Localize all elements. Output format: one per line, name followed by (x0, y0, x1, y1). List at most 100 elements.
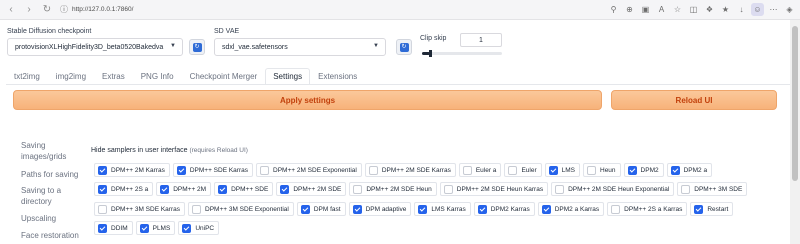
sampler-checkbox[interactable]: DPM++ 2M SDE Heun Exponential (551, 182, 675, 196)
sidebar-item-paths-for-saving[interactable]: Paths for saving (21, 169, 78, 180)
checkbox-checked-icon[interactable] (280, 184, 290, 194)
sampler-checkbox[interactable]: Restart (690, 202, 734, 216)
sampler-checkbox[interactable]: DPM++ 3M SDE Karras (94, 202, 185, 216)
checkbox-checked-icon[interactable] (139, 223, 149, 233)
sampler-checkbox[interactable]: LMS Karras (414, 202, 471, 216)
checkbox-unchecked-icon[interactable] (681, 184, 691, 194)
tab-checkpoint-merger[interactable]: Checkpoint Merger (182, 68, 266, 84)
checkbox-checked-icon[interactable] (300, 204, 310, 214)
tab-settings[interactable]: Settings (265, 68, 311, 84)
checkpoint-dropdown[interactable]: protovisionXLHighFidelity3D_beta0520Bake… (7, 38, 183, 56)
scrollbar-thumb[interactable] (792, 26, 798, 181)
sampler-checkbox[interactable]: DPM++ 2M SDE Heun (349, 182, 437, 196)
checkbox-checked-icon[interactable] (98, 184, 107, 194)
search-icon[interactable]: ⚲ (607, 3, 620, 16)
split-screen-icon[interactable]: ◫ (687, 3, 700, 16)
collections-icon[interactable]: ★ (719, 3, 732, 16)
site-info-icon[interactable]: ⓘ (60, 4, 68, 15)
sampler-checkbox[interactable]: DPM++ 2M SDE Karras (364, 163, 456, 177)
checkbox-unchecked-icon[interactable] (98, 204, 107, 214)
sampler-checkbox[interactable]: DPM++ 3M SDE (677, 182, 748, 196)
tab-img2img[interactable]: img2img (48, 68, 94, 84)
sampler-checkbox[interactable]: DPM adaptive (348, 202, 412, 216)
clip-skip-slider[interactable] (422, 50, 502, 57)
checkbox-checked-icon[interactable] (670, 165, 680, 175)
sampler-checkbox[interactable]: DPM++ 2M SDE Exponential (256, 163, 362, 177)
checkbox-checked-icon[interactable] (176, 165, 186, 175)
sidebar-item-face-restoration[interactable]: Face restoration (21, 230, 79, 241)
checkbox-checked-icon[interactable] (160, 184, 170, 194)
checkbox-unchecked-icon[interactable] (611, 204, 621, 214)
checkbox-unchecked-icon[interactable] (555, 184, 565, 194)
sampler-checkbox[interactable]: DPM++ 2S a Karras (607, 202, 688, 216)
sidebar-item-upscaling[interactable]: Upscaling (21, 213, 56, 224)
sampler-checkbox[interactable]: DPM2 Karras (473, 202, 535, 216)
checkbox-checked-icon[interactable] (541, 204, 551, 214)
sampler-checkbox[interactable]: DDIM (94, 221, 133, 235)
sampler-checkbox[interactable]: Euler a (458, 163, 502, 177)
clip-skip-input[interactable]: 1 (460, 33, 502, 47)
checkbox-checked-icon[interactable] (98, 165, 107, 175)
profile-icon[interactable]: ☺ (751, 3, 764, 16)
sampler-checkbox[interactable]: DPM fast (296, 202, 346, 216)
checkbox-checked-icon[interactable] (352, 204, 362, 214)
sampler-checkbox[interactable]: DPM++ 2M SDE Heun Karras (439, 182, 549, 196)
sampler-checkbox[interactable]: DPM++ 2M Karras (94, 163, 170, 177)
sampler-checkbox[interactable]: LMS (544, 163, 580, 177)
sampler-checkbox[interactable]: DPM2 a (666, 163, 713, 177)
checkbox-checked-icon[interactable] (548, 165, 558, 175)
reload-icon[interactable]: ↻ (40, 3, 54, 17)
checkbox-unchecked-icon[interactable] (508, 165, 518, 175)
downloads-icon[interactable]: ↓ (735, 3, 748, 16)
sampler-checkbox[interactable]: Euler (504, 163, 542, 177)
checkbox-unchecked-icon[interactable] (260, 165, 269, 175)
checkbox-checked-icon[interactable] (218, 184, 228, 194)
apply-settings-button[interactable]: Apply settings (13, 90, 602, 110)
checkbox-checked-icon[interactable] (627, 165, 637, 175)
sidebar-item-saving-to-a-directory[interactable]: Saving to a directory (21, 185, 71, 207)
checkbox-checked-icon[interactable] (182, 223, 192, 233)
checkbox-unchecked-icon[interactable] (462, 165, 472, 175)
sampler-checkbox[interactable]: DPM++ SDE (214, 182, 274, 196)
sidebar-item-saving-images-grids[interactable]: Saving images/grids (21, 140, 81, 162)
more-icon[interactable]: ⋯ (767, 3, 780, 16)
sampler-checkbox[interactable]: UniPC (178, 221, 220, 235)
sampler-checkbox[interactable]: DPM++ 3M SDE Exponential (188, 202, 294, 216)
checkbox-checked-icon[interactable] (694, 204, 704, 214)
vae-dropdown[interactable]: sdxl_vae.safetensors ▼ (214, 38, 386, 56)
sampler-checkbox[interactable]: DPM++ 2S a (94, 182, 154, 196)
screenshot-icon[interactable]: ▣ (639, 3, 652, 16)
checkbox-checked-icon[interactable] (418, 204, 428, 214)
sampler-checkbox[interactable]: PLMS (135, 221, 176, 235)
checkbox-unchecked-icon[interactable] (353, 184, 363, 194)
address-bar[interactable]: ⓘ http://127.0.0.1:7860/ (60, 3, 133, 17)
checkbox-checked-icon[interactable] (98, 223, 107, 233)
refresh-vae-button[interactable]: ↻ (396, 39, 412, 55)
checkbox-unchecked-icon[interactable] (368, 165, 378, 175)
read-aloud-icon[interactable]: A (655, 3, 668, 16)
tab-extensions[interactable]: Extensions (310, 68, 365, 84)
checkbox-unchecked-icon[interactable] (443, 184, 453, 194)
copilot-icon[interactable]: ◈ (783, 3, 796, 16)
sampler-checkbox[interactable]: DPM++ 2M SDE (276, 182, 347, 196)
sampler-checkbox[interactable]: DPM2 a Karras (537, 202, 605, 216)
clip-skip-slider-handle[interactable] (429, 50, 432, 57)
sampler-checkbox[interactable]: DPM++ SDE Karras (172, 163, 253, 177)
tab-png-info[interactable]: PNG Info (133, 68, 182, 84)
checkbox-unchecked-icon[interactable] (192, 204, 201, 214)
refresh-checkpoint-button[interactable]: ↻ (189, 39, 205, 55)
reload-ui-button[interactable]: Reload UI (611, 90, 777, 110)
sampler-checkbox[interactable]: DPM++ 2M (156, 182, 212, 196)
sampler-checkbox[interactable]: DPM2 (623, 163, 664, 177)
sampler-checkbox[interactable]: Heun (583, 163, 621, 177)
extensions-icon[interactable]: ❖ (703, 3, 716, 16)
zoom-icon[interactable]: ⊕ (623, 3, 636, 16)
tab-extras[interactable]: Extras (94, 68, 133, 84)
back-icon[interactable]: ‹ (4, 3, 18, 17)
checkbox-checked-icon[interactable] (477, 204, 487, 214)
checkbox-unchecked-icon[interactable] (587, 165, 596, 175)
favorite-icon[interactable]: ☆ (671, 3, 684, 16)
page-scrollbar[interactable] (790, 20, 800, 244)
tab-txt2img[interactable]: txt2img (6, 68, 48, 84)
forward-icon[interactable]: › (22, 3, 36, 17)
